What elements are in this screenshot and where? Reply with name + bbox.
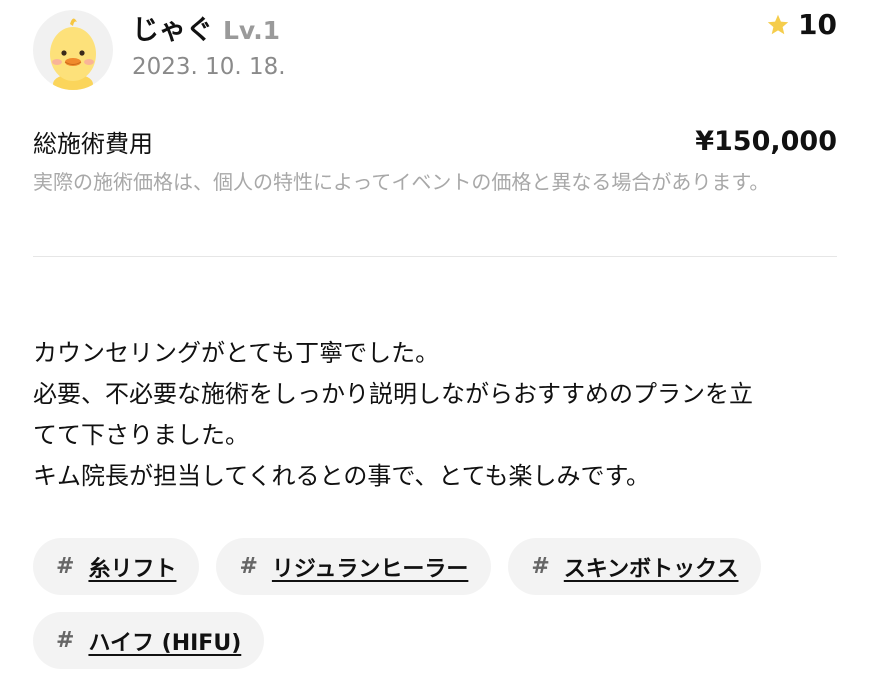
total-cost-value: ¥150,000 (695, 126, 837, 157)
total-cost-row: 総施術費用 ¥150,000 (33, 124, 837, 159)
tag-rejuran-healer[interactable]: # リジュランヒーラー (216, 538, 492, 595)
username[interactable]: じゃぐ (132, 8, 213, 47)
rating-value: 10 (798, 8, 837, 41)
chick-avatar-icon (50, 18, 96, 90)
tag-label: リジュランヒーラー (271, 556, 469, 582)
star-icon (767, 14, 789, 34)
treatment-tags: # 糸リフト # リジュランヒーラー # スキンボトックス # ハイフ (HIF… (33, 538, 843, 669)
review-date: 2023. 10. 18. (132, 54, 286, 80)
tag-label: スキンボトックス (563, 556, 739, 582)
hash-icon: # (56, 554, 75, 579)
tag-label: ハイフ (HIFU) (88, 630, 242, 656)
rating: 10 (766, 8, 837, 41)
total-cost-label: 総施術費用 (33, 130, 153, 158)
price-disclaimer: 実際の施術価格は、個人の特性によってイベントの価格と異なる場合があります。 (33, 170, 770, 194)
tag-label: 糸リフト (88, 556, 177, 582)
tag-thread-lift[interactable]: # 糸リフト (33, 538, 200, 595)
tag-skin-botox[interactable]: # スキンボトックス (508, 538, 762, 595)
tag-hifu[interactable]: # ハイフ (HIFU) (33, 612, 265, 669)
user-level: Lv.1 (223, 16, 281, 45)
review-line: てて下さりました。 (33, 421, 249, 449)
hash-icon: # (239, 554, 258, 579)
review-line: キム院長が担当してくれるとの事で、とても楽しみです。 (33, 462, 651, 490)
review-line: カウンセリングがとても丁寧でした。 (33, 339, 440, 367)
review-text: カウンセリングがとても丁寧でした。 必要、不必要な施術をしっかり説明しながらおす… (33, 333, 843, 497)
review-card: じゃぐ Lv.1 2023. 10. 18. 10 総施術費用 ¥150,000… (0, 0, 870, 687)
user-avatar[interactable] (33, 10, 113, 90)
hash-icon: # (56, 628, 75, 653)
review-line: 必要、不必要な施術をしっかり説明しながらおすすめのプランを立 (33, 380, 753, 408)
hash-icon: # (531, 554, 550, 579)
divider (33, 256, 837, 257)
